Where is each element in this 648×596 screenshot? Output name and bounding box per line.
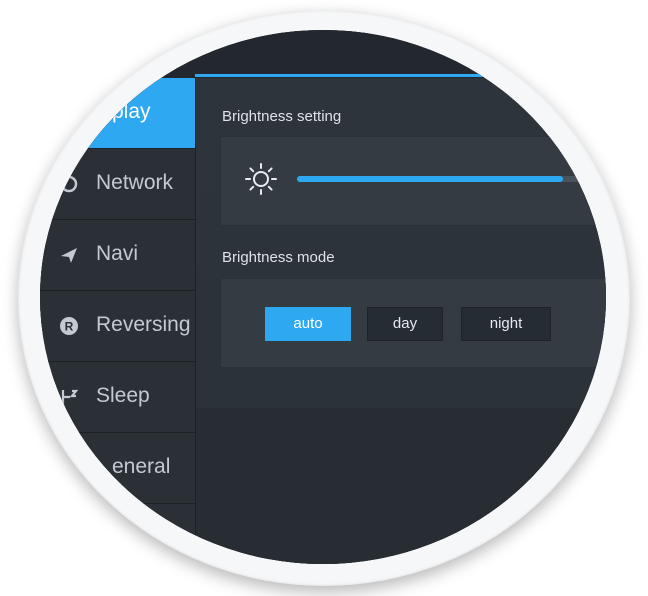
navigation-arrow-icon bbox=[58, 244, 80, 266]
brightness-slider-fill bbox=[297, 176, 564, 182]
sleep-icon bbox=[58, 386, 80, 408]
sidebar-item-more[interactable] bbox=[40, 504, 195, 564]
sidebar-item-label: Reversing bbox=[96, 313, 191, 336]
page: play Network Navi R Reversing Sleep ener… bbox=[0, 0, 648, 596]
sidebar-item-display[interactable]: play bbox=[40, 78, 195, 149]
mode-night-button[interactable]: night bbox=[461, 307, 551, 341]
display-icon bbox=[58, 102, 80, 124]
top-bar bbox=[40, 30, 606, 78]
sidebar-item-label: eneral bbox=[112, 455, 171, 478]
sidebar-item-label: Sleep bbox=[96, 384, 150, 407]
sidebar-item-sleep[interactable]: Sleep bbox=[40, 362, 195, 433]
main-content: Brightness setting Brightness mode auto … bbox=[196, 78, 606, 564]
sidebar-item-label: play bbox=[112, 100, 151, 123]
sun-icon bbox=[245, 163, 277, 195]
brightness-panel bbox=[220, 136, 606, 226]
top-bar-accent bbox=[195, 74, 606, 77]
brightness-mode-title: Brightness mode bbox=[222, 249, 335, 266]
sidebar-item-label: Navi bbox=[96, 242, 139, 265]
sidebar-item-label: Network bbox=[96, 171, 174, 194]
brightness-mode-panel: auto day night bbox=[220, 278, 606, 368]
sidebar-item-navi[interactable]: Navi bbox=[40, 220, 195, 291]
mode-day-button[interactable]: day bbox=[367, 307, 443, 341]
brightness-setting-title: Brightness setting bbox=[222, 108, 342, 125]
sidebar-item-reversing[interactable]: R Reversing bbox=[40, 291, 195, 362]
settings-screen: play Network Navi R Reversing Sleep ener… bbox=[40, 30, 606, 564]
mode-auto-button[interactable]: auto bbox=[265, 307, 351, 341]
network-icon bbox=[58, 173, 80, 195]
svg-text:R: R bbox=[65, 320, 74, 334]
reversing-icon: R bbox=[58, 315, 80, 337]
magnifier-lens: play Network Navi R Reversing Sleep ener… bbox=[40, 30, 606, 564]
general-icon bbox=[58, 457, 80, 479]
sidebar: play Network Navi R Reversing Sleep ener… bbox=[40, 78, 196, 564]
sidebar-item-general[interactable]: eneral bbox=[40, 433, 195, 504]
empty-content-area bbox=[196, 408, 606, 564]
sidebar-item-network[interactable]: Network bbox=[40, 149, 195, 220]
brightness-slider[interactable] bbox=[297, 176, 606, 182]
